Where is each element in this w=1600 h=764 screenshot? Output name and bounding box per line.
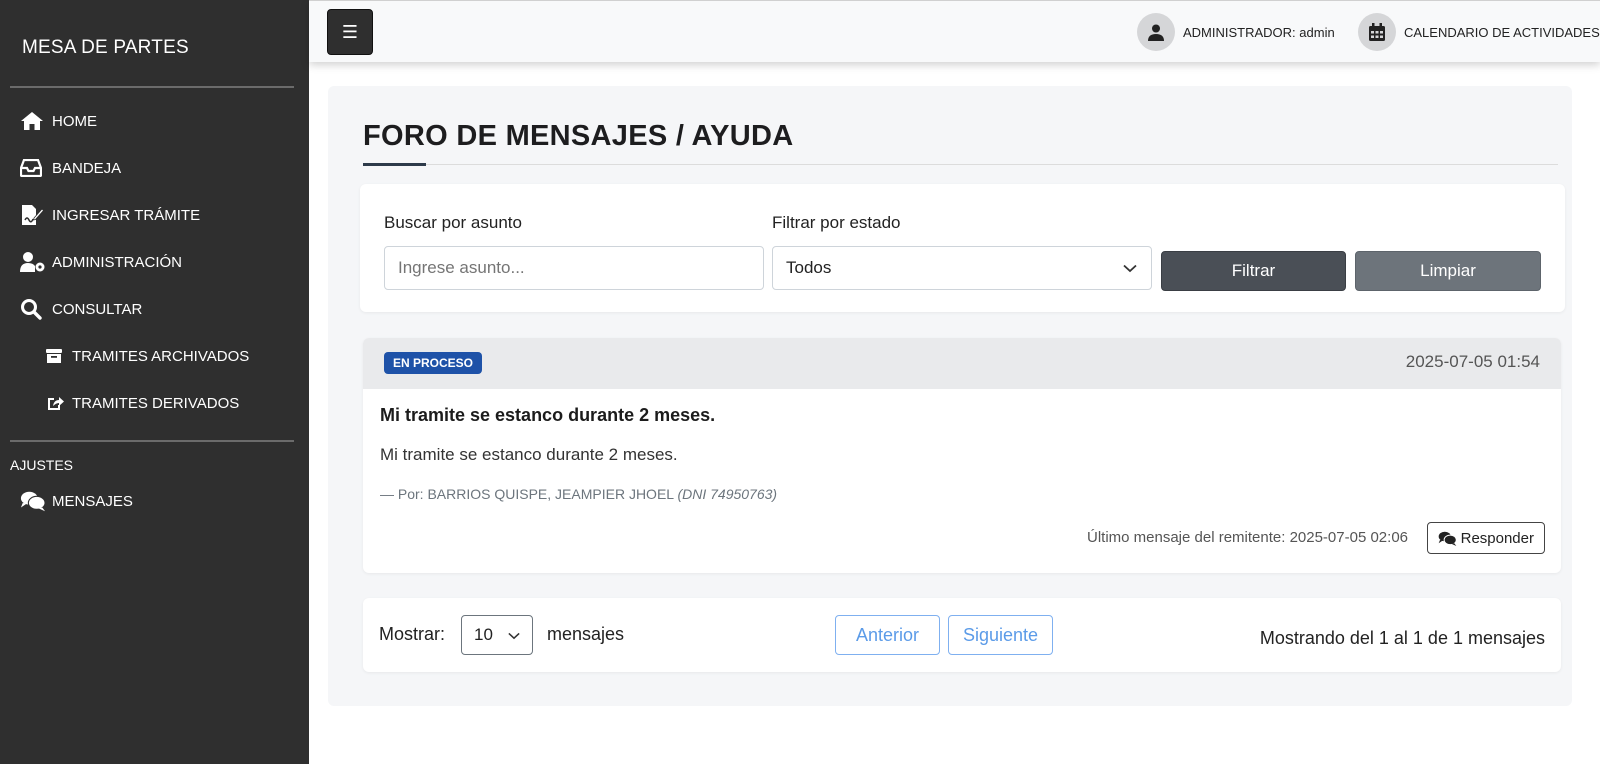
status-select-value: Todos	[786, 258, 832, 277]
sidebar-item-home[interactable]: HOME	[20, 106, 97, 136]
sidebar-divider	[10, 440, 294, 442]
reply-button[interactable]: Responder	[1426, 522, 1545, 554]
inbox-icon	[20, 157, 46, 179]
share-icon	[46, 392, 66, 414]
user-menu[interactable]: ADMINISTRADOR: admin	[1137, 13, 1335, 51]
sidebar-item-label: TRAMITES DERIVADOS	[72, 394, 240, 412]
message-date: 2025-07-05 01:54	[1405, 352, 1540, 371]
previous-button[interactable]: Anterior	[835, 615, 940, 655]
page-size-value: 10	[474, 625, 493, 644]
sidebar-item-mensajes[interactable]: MENSAJES	[20, 486, 133, 516]
sidebar-item-label: CONSULTAR	[52, 300, 143, 318]
status-filter-label: Filtrar por estado	[772, 213, 901, 232]
page-size-select[interactable]: 10	[461, 615, 533, 655]
section-label-ajustes: AJUSTES	[10, 457, 74, 473]
top-navbar: ☰ ADMINISTRADOR: admin CALENDARIO DE ACT…	[309, 0, 1600, 62]
search-icon	[20, 298, 46, 320]
comments-icon	[1438, 531, 1457, 546]
chevron-down-icon	[508, 625, 520, 645]
page-title: FORO DE MENSAJES / AYUDA	[363, 120, 794, 152]
chevron-down-icon	[1123, 258, 1137, 278]
filter-card: Buscar por asunto Filtrar por estado Tod…	[360, 184, 1565, 312]
sidebar-item-bandeja[interactable]: BANDEJA	[20, 153, 121, 183]
sidebar-item-administracion[interactable]: ADMINISTRACIÓN	[20, 247, 182, 277]
message-header: EN PROCESO 2025-07-05 01:54	[363, 338, 1561, 389]
message-author: — Por: BARRIOS QUISPE, JEAMPIER JHOEL (D…	[380, 486, 777, 502]
filter-button[interactable]: Filtrar	[1161, 251, 1346, 291]
title-divider	[363, 164, 1558, 165]
clear-button[interactable]: Limpiar	[1355, 251, 1541, 291]
comments-icon	[20, 490, 46, 512]
calendar-link[interactable]: CALENDARIO DE ACTIVIDADES	[1358, 13, 1600, 51]
status-select[interactable]: Todos	[772, 246, 1152, 290]
message-card[interactable]: EN PROCESO 2025-07-05 01:54 Mi tramite s…	[363, 338, 1561, 573]
pagination-card: Mostrar: 10 mensajes Anterior Siguiente …	[363, 598, 1561, 672]
search-label: Buscar por asunto	[384, 213, 522, 232]
sidebar-item-label: TRAMITES ARCHIVADOS	[72, 347, 250, 365]
user-avatar-icon	[1137, 13, 1175, 51]
sidebar-item-label: BANDEJA	[52, 159, 122, 177]
user-label: ADMINISTRADOR: admin	[1183, 24, 1335, 40]
sidebar-item-ingresar-tramite[interactable]: INGRESAR TRÁMITE	[20, 200, 200, 230]
sidebar-item-tramites-archivados[interactable]: TRAMITES ARCHIVADOS	[46, 341, 249, 371]
reply-button-label: Responder	[1460, 529, 1534, 547]
archive-icon	[46, 345, 66, 367]
author-dni: (DNI 74950763)	[677, 486, 778, 502]
message-subject: Mi tramite se estanco durante 2 meses.	[380, 405, 716, 425]
sidebar: MESA DE PARTES HOME BANDEJA INGRESAR TRÁ…	[0, 0, 309, 764]
pagination-summary: Mostrando del 1 al 1 de 1 mensajes	[1259, 628, 1545, 648]
menu-toggle-button[interactable]: ☰	[327, 9, 373, 55]
status-badge: EN PROCESO	[384, 352, 483, 374]
sidebar-item-label: INGRESAR TRÁMITE	[52, 206, 201, 224]
sidebar-item-consultar[interactable]: CONSULTAR	[20, 294, 142, 324]
home-icon	[20, 110, 46, 132]
calendar-label: CALENDARIO DE ACTIVIDADES	[1404, 24, 1600, 40]
last-message-info: Último mensaje del remitente: 2025-07-05…	[1086, 529, 1408, 546]
brand-title: MESA DE PARTES	[22, 37, 189, 58]
user-gear-icon	[20, 251, 46, 273]
message-body: Mi tramite se estanco durante 2 meses.	[380, 445, 678, 464]
next-button[interactable]: Siguiente	[948, 615, 1053, 655]
file-signature-icon	[20, 204, 46, 226]
calendar-icon	[1358, 13, 1396, 51]
sidebar-item-label: MENSAJES	[52, 492, 133, 510]
unit-label: mensajes	[547, 624, 625, 644]
sidebar-item-label: HOME	[52, 112, 97, 130]
sidebar-item-tramites-derivados[interactable]: TRAMITES DERIVADOS	[46, 388, 239, 418]
search-input[interactable]	[384, 246, 764, 290]
author-name: — Por: BARRIOS QUISPE, JEAMPIER JHOEL	[380, 486, 674, 502]
show-label: Mostrar:	[379, 624, 446, 644]
sidebar-item-label: ADMINISTRACIÓN	[52, 253, 183, 271]
sidebar-divider	[10, 86, 294, 88]
title-accent-bar	[363, 163, 426, 166]
